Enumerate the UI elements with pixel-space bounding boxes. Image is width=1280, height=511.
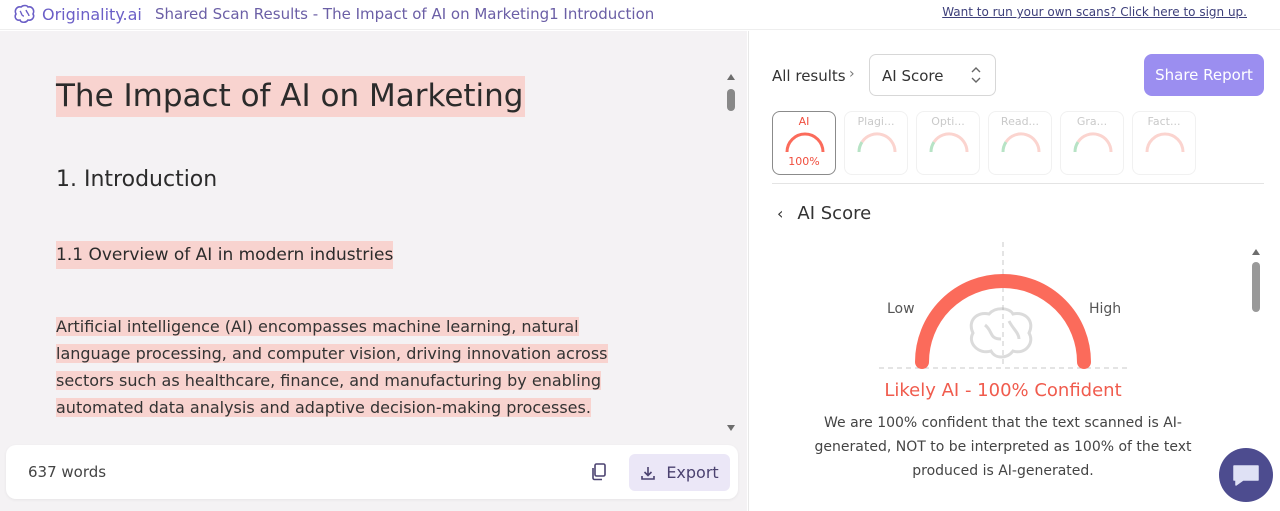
gauge-high-label: High xyxy=(1089,301,1122,317)
mini-gauge-icon xyxy=(1145,132,1185,153)
tab-fact-check[interactable]: Fact... xyxy=(1132,111,1196,175)
score-type-select[interactable]: AI Score xyxy=(869,54,996,96)
tab-label: Gra... xyxy=(1076,115,1108,128)
brain-icon xyxy=(14,4,35,24)
tab-label: Fact... xyxy=(1147,115,1181,128)
scrollbar-thumb[interactable] xyxy=(727,89,735,111)
tab-label: Plagi... xyxy=(857,115,895,128)
chat-icon xyxy=(1233,465,1259,486)
back-chevron-icon[interactable]: ‹ xyxy=(777,204,783,223)
export-label: Export xyxy=(666,463,719,482)
tab-label: Read... xyxy=(1000,115,1040,128)
top-bar: Originality.ai Shared Scan Results - The… xyxy=(0,0,1280,30)
brand-name: Originality.ai xyxy=(42,4,142,24)
section-title: AI Score xyxy=(797,203,872,224)
gauge-low-label: Low xyxy=(887,301,915,317)
document-viewer: The Impact of AI on Marketing 1. Introdu… xyxy=(0,31,722,436)
document-subheading: 1.1 Overview of AI in modern industries xyxy=(56,241,394,269)
export-button[interactable]: Export xyxy=(629,454,730,491)
paragraph-line: Artificial intelligence (AI) encompasses… xyxy=(56,317,579,336)
brain-watermark-icon xyxy=(969,307,1033,359)
section-header: ‹ AI Score xyxy=(777,203,871,224)
scrollbar-thumb[interactable] xyxy=(1252,262,1260,312)
score-tabs: AI 100% Plagi... Opti... Read... Gra... … xyxy=(772,111,1264,175)
all-results-link[interactable]: All results xyxy=(772,67,846,85)
mini-gauge-icon xyxy=(857,132,897,153)
chevron-updown-icon xyxy=(971,67,981,83)
tab-optimization[interactable]: Opti... xyxy=(916,111,980,175)
tab-label: Opti... xyxy=(931,115,965,128)
scroll-up-arrow[interactable] xyxy=(1252,249,1260,255)
tab-ai[interactable]: AI 100% xyxy=(772,111,836,175)
verdict-text: Likely AI - 100% Confident xyxy=(884,380,1122,401)
word-count: 637 words xyxy=(28,463,107,481)
copy-button[interactable] xyxy=(588,461,610,483)
tab-grammar[interactable]: Gra... xyxy=(1060,111,1124,175)
download-icon xyxy=(641,466,656,480)
mini-gauge-icon xyxy=(1073,132,1113,153)
paragraph-line: sectors such as healthcare, finance, and… xyxy=(56,371,601,390)
tabs-divider xyxy=(772,183,1264,184)
verdict-explanation: We are 100% confident that the text scan… xyxy=(814,415,1192,479)
chat-button[interactable] xyxy=(1219,448,1273,502)
paragraph-line: language processing, and computer vision… xyxy=(56,344,608,363)
chevron-right-icon: › xyxy=(849,66,855,82)
document-pane: The Impact of AI on Marketing 1. Introdu… xyxy=(0,31,747,511)
results-pane: All results › AI Score Share Report AI 1… xyxy=(748,31,1280,511)
brand-logo[interactable]: Originality.ai xyxy=(12,4,142,24)
mini-gauge-icon xyxy=(785,132,825,153)
document-title: The Impact of AI on Marketing xyxy=(56,76,526,117)
paragraph-line: automated data analysis and adaptive dec… xyxy=(56,398,591,417)
copy-icon xyxy=(592,463,606,481)
score-type-value: AI Score xyxy=(882,67,944,85)
document-footer: 637 words Export xyxy=(6,445,738,499)
signup-link[interactable]: Want to run your own scans? Click here t… xyxy=(942,5,1247,19)
document-scrollbar[interactable] xyxy=(724,71,738,439)
scan-title: Shared Scan Results - The Impact of AI o… xyxy=(155,5,655,23)
mini-gauge-icon xyxy=(1001,132,1041,153)
scroll-down-arrow[interactable] xyxy=(727,425,735,431)
ai-score-gauge: Low High xyxy=(869,237,1139,387)
document-paragraph: Artificial intelligence (AI) encompasses… xyxy=(56,313,616,421)
tab-readability[interactable]: Read... xyxy=(988,111,1052,175)
results-scrollbar[interactable] xyxy=(1249,244,1263,324)
tab-label: AI xyxy=(798,115,810,128)
share-report-button[interactable]: Share Report xyxy=(1144,54,1264,96)
mini-gauge-icon xyxy=(929,132,969,153)
tab-plagiarism[interactable]: Plagi... xyxy=(844,111,908,175)
tab-value: 100% xyxy=(788,155,820,168)
document-heading-introduction: 1. Introduction xyxy=(56,167,218,192)
scroll-up-arrow[interactable] xyxy=(727,74,735,80)
